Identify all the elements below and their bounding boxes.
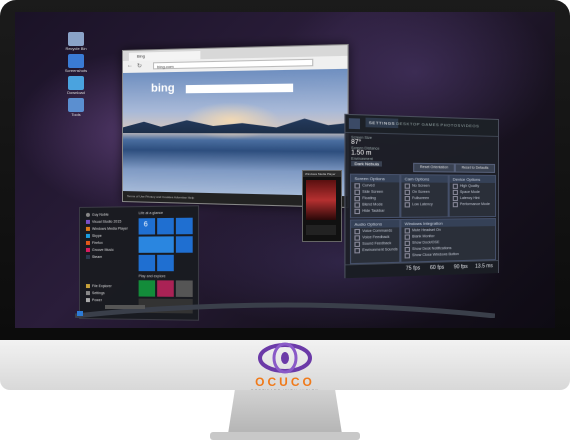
option[interactable]: Low Latency [401,201,447,207]
fps-readout: 60 fps [429,264,445,272]
tab-desktop[interactable]: DESKTOP [396,121,420,127]
start-menu-item-label: Visual Studio 2015 [91,219,122,224]
tools-icon [68,98,84,112]
settings-panel[interactable]: SETTINGS DESKTOP GAMES PHOTOS VIDEOS Scr… [344,113,499,279]
media-player-icon [85,226,90,232]
tile-photos[interactable] [138,254,156,272]
user-name: Guy Noble [91,212,109,217]
option[interactable]: Show Close Windows Button [401,250,495,258]
tile-mail[interactable] [157,217,174,235]
tile-section-heading: Life at a glance [138,210,164,216]
recycle-bin-icon [68,32,84,46]
performance-bar: 75 fps 60 fps 90 fps 13.5 ms [345,260,499,279]
start-menu-item-label: Skype [91,233,102,238]
visual-studio-icon [85,219,90,225]
skype-icon [85,233,90,239]
monitor-stand-base [210,432,360,440]
tile-onenote[interactable] [157,254,174,272]
tile-xbox[interactable] [138,280,156,297]
desktop-icon-label: Tools [71,112,81,117]
tile-groove[interactable] [157,280,174,297]
reset-orientation-button[interactable]: Reset Orientation [413,162,455,173]
environment-select[interactable]: Dark Nebula [351,160,383,167]
start-menu-item[interactable]: Steam [84,254,135,261]
tab-games[interactable]: GAMES [422,122,440,128]
virtual-desktop-screen: Recycle Bin Screenshots Download Tools B… [15,12,555,328]
firefox-icon [85,241,90,246]
refresh-icon[interactable]: ↻ [137,63,142,70]
desktop-icon-tools[interactable]: Tools [61,98,91,117]
album-art [306,180,336,220]
tile-store[interactable] [175,236,193,253]
search-input[interactable] [185,83,294,94]
tab-videos[interactable]: VIDEOS [461,123,479,129]
avatar [85,212,90,217]
start-menu-item-label: Settings [91,291,105,296]
file-explorer-icon [85,284,90,289]
start-menu-item-label: Firefox [91,240,103,245]
tile-calendar[interactable]: 6 [138,218,156,235]
tile-weather[interactable] [138,236,174,253]
tile-movies[interactable] [175,280,193,297]
start-menu-item-label: File Explorer [91,284,112,289]
option[interactable]: Hide Taskbar [351,207,399,214]
start-menu-item[interactable]: Windows Media Player [84,225,135,233]
desktop-icon-label: Recycle Bin [65,46,87,51]
address-bar[interactable]: bing.com [153,58,314,70]
ocuco-eye-logo-icon [258,342,312,374]
media-player-title: Windows Media Player [303,171,341,177]
curved-taskbar[interactable] [75,300,495,318]
folder-icon [68,54,84,68]
steam-icon [85,255,90,260]
settings-tab-bar: SETTINGS DESKTOP GAMES PHOTOS VIDEOS [345,114,499,137]
gear-icon [85,291,90,296]
tab-photos[interactable]: PHOTOS [440,122,460,128]
start-menu-item-label: Groove Music [91,247,114,252]
desktop-icon-label: Screenshots [64,68,88,73]
brand-wordmark: OCUCO [255,375,315,389]
desktop-icon-download[interactable]: Download [61,76,91,95]
windows-integration-box: Windows Integration Mute Headset On Blan… [400,218,497,263]
start-menu-item-label: Windows Media Player [91,226,128,231]
app-logo-icon [348,118,360,130]
audio-options-box: Audio Options Voice Commands Voice Feedb… [349,218,401,265]
taskbar-search-box[interactable] [105,305,145,309]
start-menu-item-label: Steam [91,254,103,259]
option[interactable]: Performance Mode [450,201,495,207]
desktop-icon-label: Download [67,90,85,95]
cam-options-box: Cam Options No Screen On Screen Fullscre… [400,174,449,218]
logo-pupil [281,352,289,364]
option[interactable]: Environment Sounds [351,246,399,253]
windows-start-icon[interactable] [77,311,83,316]
tile-section-heading: Play and explore [138,274,166,279]
desktop-icon-screenshots[interactable]: Screenshots [61,54,91,73]
start-menu-left-column: Guy Noble Visual Studio 2015 Windows Med… [84,211,135,304]
download-icon [68,76,84,90]
tile-edge[interactable] [175,217,193,235]
groove-icon [85,248,90,253]
reset-defaults-button[interactable]: Reset to Defaults [454,163,496,173]
back-icon[interactable]: ← [127,63,133,69]
screen-options-box: Screen Options Curved Side Screen Floati… [349,173,401,219]
fps-readout: 90 fps [453,263,468,271]
fps-readout: 75 fps [405,265,421,273]
monitor-stand [228,390,342,434]
settings-fields: Screen Size 87° Screen Distance 1.50 m E… [351,135,383,167]
bing-logo: bing [151,82,175,95]
latency-readout: 13.5 ms [475,263,493,270]
media-player-window[interactable]: Windows Media Player [302,170,342,242]
playback-controls[interactable] [306,225,336,235]
tab-settings[interactable]: SETTINGS [365,117,399,129]
calendar-icon: 6 [143,221,148,229]
desktop-icon-recycle-bin[interactable]: Recycle Bin [61,32,91,51]
sunrise-glow [183,101,280,140]
device-options-box: Device Options High Quality Space Mode L… [448,174,497,218]
